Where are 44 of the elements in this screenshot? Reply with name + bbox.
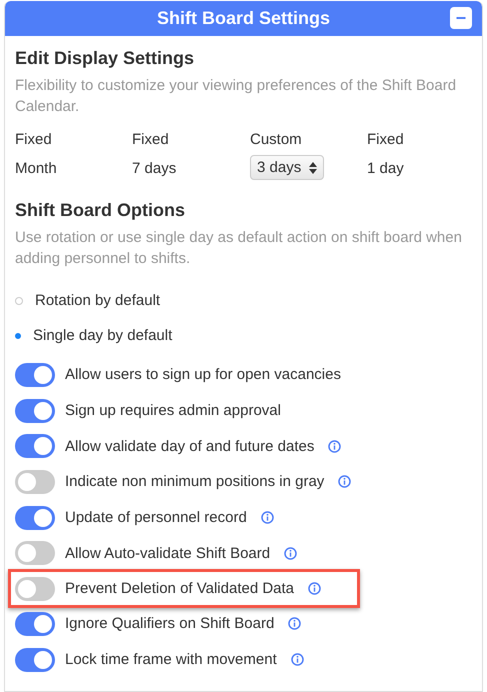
toggle-label: Sign up requires admin approval xyxy=(65,402,281,420)
info-icon[interactable] xyxy=(308,582,322,596)
info-icon[interactable] xyxy=(284,546,298,560)
up-down-arrows-icon xyxy=(309,162,318,174)
column-label: Fixed xyxy=(367,131,405,148)
toggle-label: Indicate non minimum positions in gray xyxy=(65,473,324,490)
toggle-switch[interactable] xyxy=(15,470,55,494)
toggle-switch[interactable] xyxy=(15,434,55,458)
panel-title: Shift Board Settings xyxy=(156,8,330,29)
column-value: 1 day xyxy=(367,159,405,179)
toggle-switch[interactable] xyxy=(15,576,55,601)
section-heading: Shift Board Options xyxy=(15,200,186,221)
radio-button[interactable] xyxy=(15,296,23,304)
radio-label: Rotation by default xyxy=(35,292,160,309)
toggle-switch[interactable] xyxy=(15,612,55,636)
toggle-label: Allow Auto-validate Shift Board xyxy=(65,544,270,562)
info-icon[interactable] xyxy=(328,440,342,453)
toggle-switch[interactable] xyxy=(15,648,55,672)
toggle-label: Lock time frame with movement xyxy=(65,651,277,668)
section-heading: Edit Display Settings xyxy=(15,48,196,69)
toggle-switch[interactable] xyxy=(15,541,55,566)
days-select[interactable]: 3 days xyxy=(250,155,324,180)
toggle-switch[interactable] xyxy=(15,506,55,530)
toggle-label: Allow validate day of and future dates xyxy=(65,438,314,455)
toggle-label: Allow users to sign up for open vacancies xyxy=(65,366,341,384)
column-label: Custom xyxy=(250,131,303,148)
toggle-label: Ignore Qualifiers on Shift Board xyxy=(65,615,274,632)
toggle-switch[interactable] xyxy=(15,398,55,423)
column-value: Month xyxy=(15,159,58,179)
radio-button[interactable] xyxy=(15,332,21,338)
info-icon[interactable] xyxy=(260,511,274,524)
toggle-label: Prevent Deletion of Validated Data xyxy=(65,580,294,598)
column-label: Fixed xyxy=(132,131,170,148)
info-icon[interactable] xyxy=(290,653,304,666)
info-icon[interactable] xyxy=(288,617,302,630)
section-description: Flexibility to customize your viewing preferences of the Shift Board Calendar. xyxy=(15,76,458,117)
section-description: Use rotation or use single day as default action on shift board when adding personnel to shifts. xyxy=(15,228,463,269)
collapse-button[interactable]: − xyxy=(450,7,472,29)
radio-label: Single day by default xyxy=(33,327,172,344)
column-label: Fixed xyxy=(15,131,53,148)
toggle-label: Update of personnel record xyxy=(65,509,247,526)
info-icon[interactable] xyxy=(338,475,352,488)
toggle-switch[interactable] xyxy=(15,362,55,387)
column-value: 7 days xyxy=(132,159,178,179)
